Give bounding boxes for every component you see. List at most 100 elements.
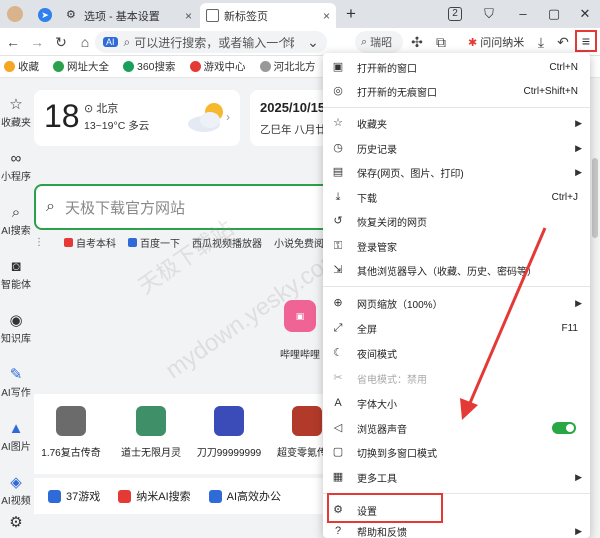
page-icon [206, 9, 219, 22]
multi-window-icon: ▢ [332, 446, 344, 458]
menu-item-help[interactable]: ? 帮助和反馈 ▶ [323, 524, 590, 538]
close-icon[interactable]: × [185, 9, 192, 23]
bookmark-item[interactable]: 河北北方 [259, 59, 316, 74]
chevron-right-icon: ▶ [575, 297, 582, 308]
maximize-icon[interactable]: ▢ [545, 5, 563, 23]
download-toolbar-icon[interactable]: ⤓ [532, 33, 550, 51]
extensions-icon[interactable]: ✣ [408, 33, 426, 51]
game-recommendations: 1.76复古传奇 道士无限月灵 刀刀99999999 超变零氪传奇 [34, 394, 354, 474]
tab-options[interactable]: ⚙ 选项 - 基本设置 × [60, 3, 198, 28]
sidebar-item-mini-program[interactable]: ∞ 小程序 [0, 150, 32, 183]
settings-gear-icon: ⚙ [9, 514, 23, 531]
partly-cloudy-icon [188, 103, 223, 132]
ai-assistant-chip[interactable]: ✱ 问问纳米 [462, 32, 530, 52]
menu-item-restore-closed[interactable]: ↺ 恢复关闭的网页 [323, 210, 590, 232]
hot-search-row: ⋮ 自考本科 百度一下 西瓜视频播放器 小说免费阅读 [34, 234, 334, 250]
hot-search-item[interactable]: 西瓜视频播放器 [192, 235, 262, 250]
shirt-icon[interactable]: ⛉ [480, 5, 498, 23]
search-engine-text: 瑞昭 [370, 37, 393, 49]
chevron-right-icon[interactable]: › [226, 110, 230, 124]
forward-icon[interactable]: → [28, 33, 46, 51]
telegram-icon[interactable]: ➤ [36, 5, 54, 23]
hot-search-item[interactable]: 百度一下 [128, 235, 180, 250]
import-icon: ⇲ [333, 264, 343, 276]
tab-options-label: 选项 - 基本设置 [84, 10, 160, 23]
profile-avatar[interactable] [4, 5, 26, 23]
window-close-icon[interactable]: ✕ [576, 5, 594, 23]
puzzle-icon[interactable]: ⧉ [432, 33, 450, 51]
menu-item-multi-window[interactable]: ▢ 切换到多窗口模式 [323, 441, 590, 463]
more-dots-icon[interactable]: ⋮ [34, 237, 44, 248]
sidebar-item-ai-video[interactable]: ◈ AI视频 [0, 474, 32, 507]
gear-icon: ⚙ [66, 9, 76, 21]
ai-chip-label: 问问纳米 [480, 37, 525, 49]
menu-item-font-size[interactable]: A 字体大小 [323, 392, 590, 414]
sidebar-item-agent[interactable]: ◙ 智能体 [0, 258, 32, 291]
menu-item-browser-sound[interactable]: ◁ 浏览器声音 [323, 417, 590, 439]
sidebar-item-favorites[interactable]: ☆ 收藏夹 [0, 96, 32, 129]
ai-image-icon: ▲ [8, 420, 24, 437]
menu-item-bookmarks[interactable]: ☆ 收藏夹 ▶ [323, 112, 590, 134]
home-icon[interactable]: ⌂ [76, 33, 94, 51]
restore-icon: ↺ [333, 215, 343, 227]
menu-item-night-mode[interactable]: ☾ 夜间模式 [323, 342, 590, 364]
game-item[interactable]: 1.76复古传奇 [36, 406, 106, 459]
minimize-icon[interactable]: – [514, 5, 532, 23]
menu-separator [323, 286, 590, 287]
tab-count-badge[interactable]: 2 [448, 7, 462, 21]
back-icon[interactable]: ← [4, 33, 22, 51]
sound-toggle[interactable] [552, 422, 576, 434]
reload-icon[interactable]: ↻ [52, 33, 70, 51]
menu-item-fullscreen[interactable]: ⤢ 全屏 F11 [323, 317, 590, 339]
star-bookmark-icon[interactable]: ☆ [280, 33, 298, 51]
weather-temperature: 18 [44, 98, 80, 134]
sidebar-item-ai-search[interactable]: ⌕ AI搜索 [0, 204, 32, 237]
bookmark-item[interactable]: 游戏中心 [189, 59, 246, 74]
menu-item-import[interactable]: ⇲ 其他浏览器导入（收藏、历史、密码等） [323, 259, 590, 281]
menu-item-downloads[interactable]: ⤓ 下载 Ctrl+J [323, 186, 590, 208]
bookmark-item[interactable]: 360搜索 [123, 59, 176, 74]
chevron-down-icon[interactable]: ⌄ [304, 33, 322, 51]
quick-link[interactable]: 37游戏 [48, 488, 100, 504]
nano-ai-icon [118, 489, 132, 503]
close-icon[interactable]: × [323, 9, 330, 23]
undo-icon[interactable]: ↶ [554, 33, 572, 51]
weather-range: 13~19°C 多云 [84, 120, 150, 132]
hot-search-item[interactable]: 自考本科 [64, 235, 116, 250]
sidebar-item-knowledge[interactable]: ◉ 知识库 [0, 312, 32, 345]
sidebar-item-ai-image[interactable]: ▲ AI图片 [0, 420, 32, 453]
shortcut-bilibili[interactable]: ▣ 哔哩哔哩 [276, 300, 324, 361]
menu-item-new-window[interactable]: ▣ 打开新的窗口 Ctrl+N [323, 56, 590, 78]
weather-card[interactable]: 18 ⊙ 北京 13~19°C 多云 › [34, 90, 240, 146]
bookmark-item[interactable]: 收藏 [4, 59, 39, 74]
search-engine-box[interactable]: ⌕ 瑞昭 [355, 31, 403, 53]
game-item[interactable]: 道士无限月灵 [116, 406, 186, 459]
settings-highlight-box [327, 493, 443, 523]
game-item[interactable]: 刀刀99999999 [194, 406, 264, 459]
chevron-right-icon: ▶ [575, 117, 582, 128]
menu-item-more-tools[interactable]: ▦ 更多工具 ▶ [323, 466, 590, 488]
menu-item-password-manager[interactable]: ⚿ 登录管家 [323, 235, 590, 257]
ai-badge: AI [103, 37, 118, 47]
scrollbar-thumb[interactable] [592, 158, 598, 238]
site-icon [259, 61, 271, 72]
tab-bar: ➤ ⚙ 选项 - 基本设置 × 新标签页 × + 2 ⛉ – ▢ ✕ [0, 0, 600, 28]
site-icon [189, 61, 201, 72]
menu-item-save[interactable]: ▤ 保存(网页、图片、打印) ▶ [323, 161, 590, 183]
bookmark-item[interactable]: 网址大全 [53, 59, 109, 74]
new-tab-plus-icon[interactable]: + [342, 5, 360, 23]
quick-link[interactable]: 纳米AI搜索 [118, 488, 191, 504]
mini-program-icon: ∞ [10, 150, 22, 167]
quick-link[interactable]: AI高效办公 [208, 488, 281, 504]
menu-item-history[interactable]: ◷ 历史记录 ▶ [323, 137, 590, 159]
page-search-input[interactable]: ⌕ 天极下载官方网站 [34, 184, 334, 230]
knowledge-icon: ◉ [9, 312, 23, 329]
history-icon: ◷ [333, 142, 343, 154]
sidebar-item-ai-writing[interactable]: ✎ AI写作 [0, 366, 32, 399]
page-scrollbar[interactable] [590, 78, 600, 538]
main-menu-button[interactable]: ≡ [575, 30, 597, 52]
menu-item-incognito-window[interactable]: ◎ 打开新的无痕窗口 Ctrl+Shift+N [323, 80, 590, 102]
menu-item-zoom[interactable]: ⊕ 网页缩放（100%） ▶ [323, 292, 590, 314]
sidebar-item-settings[interactable]: ⚙ [0, 514, 32, 532]
tab-new-tab[interactable]: 新标签页 × [200, 3, 336, 28]
